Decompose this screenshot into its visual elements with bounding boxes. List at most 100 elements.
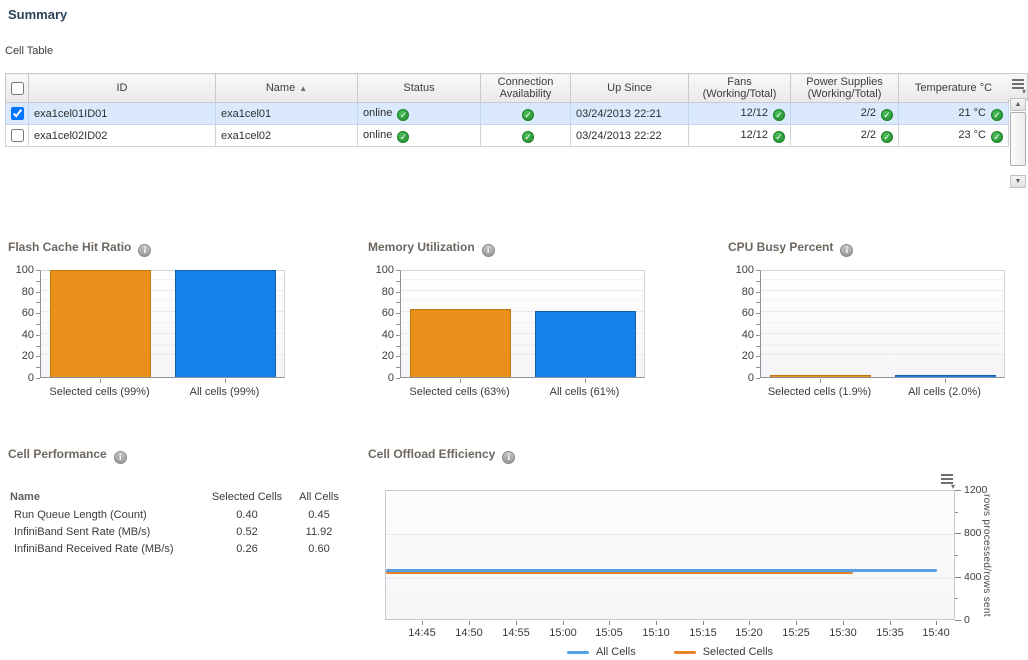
cell-name: exa1cel02 <box>216 125 358 147</box>
info-icon[interactable]: i <box>138 244 151 257</box>
column-header[interactable]: Up Since <box>571 74 689 103</box>
y-axis-tick <box>36 346 40 347</box>
info-icon[interactable]: i <box>114 451 127 464</box>
y-axis-label: 20 <box>368 350 394 362</box>
column-header[interactable]: ID <box>29 74 216 103</box>
perf-col-name: Name <box>8 491 207 503</box>
column-header[interactable]: Power Supplies (Working/Total) <box>791 74 899 103</box>
legend-item[interactable]: Selected Cells <box>674 646 773 658</box>
x-axis-tick <box>656 621 657 625</box>
section-title: Cell Performance <box>8 447 107 461</box>
y-axis-tick <box>36 324 40 325</box>
gridline <box>761 279 1004 280</box>
x-axis-tick <box>225 379 226 383</box>
column-header[interactable]: Name▲ <box>216 74 358 103</box>
table-row[interactable]: exa1cel01ID01exa1cel01online✓✓03/24/2013… <box>6 103 1009 125</box>
y-axis-minor-tick <box>955 512 958 513</box>
y-axis-tick <box>36 356 40 357</box>
chart-menu-icon[interactable]: ▾ <box>938 474 956 490</box>
y-axis-label: 40 <box>728 329 754 341</box>
info-icon[interactable]: i <box>840 244 853 257</box>
x-axis-label: 14:45 <box>400 627 444 639</box>
cell-id: exa1cel01ID01 <box>29 103 216 125</box>
y-axis-minor-tick <box>955 598 958 599</box>
cell-table: IDName▲StatusConnection AvailabilityUp S… <box>5 73 1028 193</box>
y-axis-tick <box>36 302 40 303</box>
bar <box>410 309 511 377</box>
y-axis-tick <box>756 313 760 314</box>
y-axis-label: 0 <box>8 372 34 384</box>
chart-legend: All Cells Selected Cells <box>368 646 972 658</box>
status-label: online <box>363 129 392 141</box>
select-all-checkbox[interactable] <box>11 82 24 95</box>
legend-item[interactable]: All Cells <box>567 646 636 658</box>
column-header[interactable]: Temperature °C <box>899 74 1009 103</box>
perf-row: InfiniBand Received Rate (MB/s)0.260.60 <box>8 540 353 557</box>
bar <box>770 375 871 377</box>
category-label: All cells (61%) <box>505 386 665 398</box>
y-axis-tick <box>36 313 40 314</box>
perf-row: Run Queue Length (Count)0.400.45 <box>8 506 353 523</box>
y-axis-label: 40 <box>368 329 394 341</box>
status-ok-icon: ✓ <box>991 109 1003 121</box>
gridline <box>761 300 1004 301</box>
x-axis-tick <box>460 379 461 383</box>
x-axis-tick <box>469 621 470 625</box>
row-checkbox[interactable] <box>11 129 24 142</box>
column-header[interactable]: Status <box>358 74 481 103</box>
temperature-value: 21 °C <box>958 107 986 119</box>
cell-offload-efficiency-title: Cell Offload Efficiencyi <box>368 447 515 464</box>
cell-up-since: 03/24/2013 22:22 <box>571 125 689 147</box>
column-header[interactable]: Fans (Working/Total) <box>689 74 791 103</box>
status-ok-icon: ✓ <box>522 131 534 143</box>
status-ok-icon: ✓ <box>881 109 893 121</box>
select-all-header[interactable] <box>6 74 29 103</box>
chevron-down-icon: ▾ <box>1022 89 1026 95</box>
gridline <box>761 311 1004 312</box>
y-axis-tick <box>36 281 40 282</box>
metric-name: InfiniBand Sent Rate (MB/s) <box>8 526 207 538</box>
gridline <box>401 279 644 280</box>
gridline <box>761 354 1004 355</box>
y-axis-label: 80 <box>8 286 34 298</box>
scroll-down-button[interactable]: ▼ <box>1010 175 1026 188</box>
table-menu-icon[interactable]: ▾ <box>1008 73 1028 101</box>
info-icon[interactable]: i <box>482 244 495 257</box>
cell-name: exa1cel01 <box>216 103 358 125</box>
status-ok-icon: ✓ <box>773 131 785 143</box>
table-scrollbar[interactable]: ▲ ▼ <box>1010 98 1026 188</box>
row-checkbox[interactable] <box>11 107 24 120</box>
cell-fans: 12/12✓ <box>689 103 791 125</box>
gridline <box>761 344 1004 345</box>
y-axis-tick <box>756 302 760 303</box>
x-axis-label: 14:50 <box>447 627 491 639</box>
flash-cache-hit-ratio-chart: Flash Cache Hit Ratioi020406080100Select… <box>8 240 338 410</box>
bar <box>175 270 276 377</box>
legend-swatch <box>567 651 589 654</box>
y-axis-label: 0 <box>728 372 754 384</box>
row-select-cell <box>6 125 29 147</box>
gridline <box>761 322 1004 323</box>
y-axis-tick <box>396 335 400 336</box>
x-axis-tick <box>563 621 564 625</box>
status-ok-icon: ✓ <box>881 131 893 143</box>
table-row[interactable]: exa1cel02ID02exa1cel02 online ✓ ✓ 03/24/2013… <box>6 125 1009 147</box>
memory-utilization-chart: Memory Utilizationi020406080100Selected … <box>368 240 698 410</box>
chart-title-label: Memory Utilization <box>368 240 475 254</box>
scrollbar-thumb[interactable] <box>1010 112 1026 166</box>
column-header[interactable]: Connection Availability <box>481 74 571 103</box>
x-axis-label: 15:10 <box>634 627 678 639</box>
chart-title-label: CPU Busy Percent <box>728 240 833 254</box>
scroll-up-button[interactable]: ▲ <box>1010 98 1026 111</box>
y-axis-tick <box>955 533 961 534</box>
cell-id: exa1cel02ID02 <box>29 125 216 147</box>
x-axis-tick <box>422 621 423 625</box>
y-axis-tick <box>36 270 40 271</box>
y-axis-tick <box>396 270 400 271</box>
sort-ascending-icon: ▲ <box>299 84 307 93</box>
y-axis-tick <box>36 367 40 368</box>
x-axis-tick <box>936 621 937 625</box>
cell-performance-section: Cell Performancei Name Selected Cells Al… <box>8 440 363 560</box>
info-icon[interactable]: i <box>502 451 515 464</box>
y-axis-tick <box>396 281 400 282</box>
